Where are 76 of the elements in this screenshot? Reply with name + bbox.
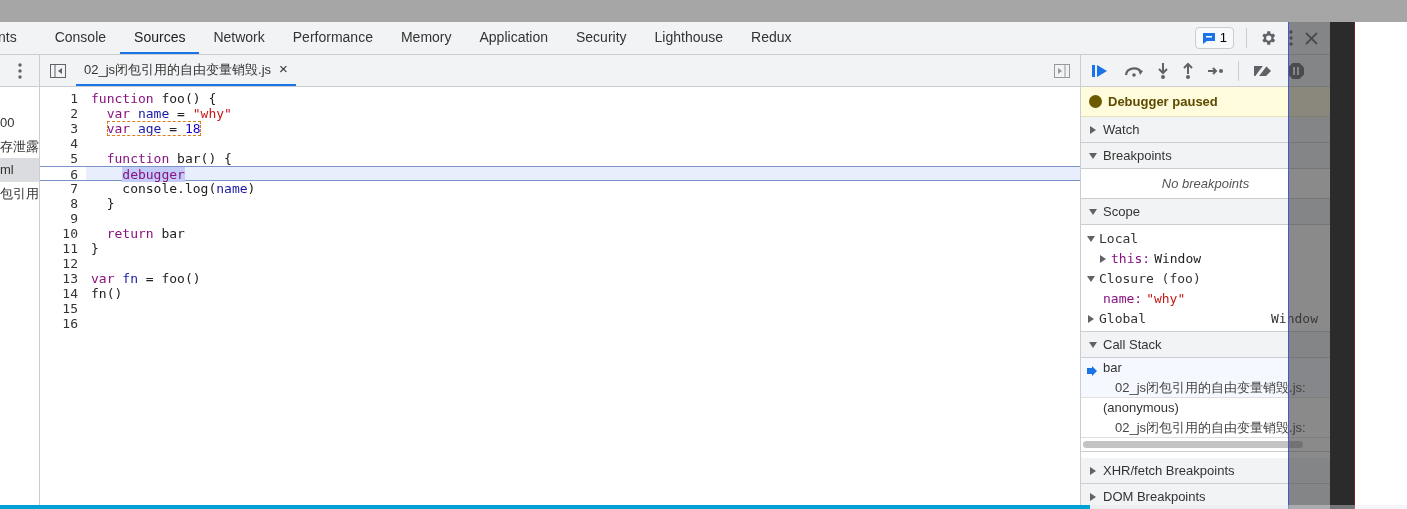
video-progress-track[interactable] — [0, 505, 1407, 509]
step-icon[interactable] — [1207, 65, 1225, 76]
code-token: function — [106, 151, 170, 166]
expanded-arrow-icon — [1087, 275, 1095, 283]
more-options-icon[interactable] — [17, 62, 22, 79]
issues-count: 1 — [1219, 29, 1227, 48]
section-header[interactable]: Watch — [1081, 117, 1330, 143]
code-token: name — [136, 106, 170, 121]
panel-tab[interactable]: Memory — [386, 22, 466, 54]
current-frame-icon — [1087, 366, 1097, 376]
code-token: fn — [121, 271, 138, 286]
paused-message: Debugger paused — [1108, 92, 1218, 111]
scope-item[interactable]: Closure (foo) — [1087, 269, 1318, 289]
code-token: } — [91, 241, 99, 256]
empty-message: No breakpoints — [1161, 174, 1250, 193]
horizontal-scrollbar[interactable] — [1083, 441, 1303, 448]
line-number: 6 — [40, 167, 86, 180]
code-token: bar — [160, 226, 185, 241]
sidebar-toggle-icon[interactable] — [50, 63, 66, 78]
section-header[interactable]: Call Stack — [1081, 332, 1330, 358]
code-token: var — [106, 106, 131, 121]
issues-button[interactable]: 1 — [1194, 27, 1234, 49]
code-token: fn() — [91, 286, 123, 301]
scope-item[interactable]: Local — [1087, 229, 1318, 249]
code-token: foo() { — [160, 91, 217, 106]
code-token: 18 — [184, 121, 201, 136]
code-token: return — [106, 226, 154, 241]
collapsed-arrow-icon — [1089, 492, 1097, 501]
collapsed-arrow-icon — [1089, 466, 1097, 475]
code-token: debugger — [122, 167, 185, 182]
step-out-icon[interactable] — [1182, 61, 1194, 80]
panel-tab[interactable]: Console — [40, 22, 121, 54]
code-token: = — [176, 106, 186, 121]
code-token: "why" — [192, 106, 232, 121]
code-token: = — [168, 121, 179, 136]
panel-tab[interactable]: Network — [199, 22, 279, 54]
file-tree-item[interactable]: 00 — [0, 111, 39, 135]
file-tree-item[interactable]: ml — [0, 158, 39, 182]
code-token: console.log( — [122, 181, 217, 196]
code-token: name — [216, 181, 248, 196]
file-tree-item[interactable]: 存泄露 — [0, 134, 39, 158]
expanded-arrow-icon — [1089, 151, 1097, 160]
step-over-icon[interactable] — [1124, 64, 1144, 77]
step-into-icon[interactable] — [1157, 61, 1169, 80]
call-frame[interactable]: bar 02_js闭包引用的自由变量销毁.js: — [1081, 358, 1330, 398]
collapsed-arrow-icon — [1087, 315, 1095, 323]
code-token: var — [91, 271, 115, 286]
close-tab-button[interactable]: × — [279, 58, 288, 81]
section-header[interactable]: Scope — [1081, 199, 1330, 225]
expanded-arrow-icon — [1089, 340, 1097, 349]
warning-icon — [1089, 95, 1102, 108]
panel-tab[interactable]: Application — [465, 22, 562, 54]
message-icon — [1201, 31, 1216, 45]
collapsed-arrow-icon — [1089, 125, 1097, 134]
pause-on-exceptions-icon[interactable] — [1287, 61, 1305, 80]
panel-tab[interactable]: Security — [562, 22, 641, 54]
scope-property[interactable]: name: "why" — [1087, 289, 1318, 309]
panel-tab[interactable]: Redux — [737, 22, 806, 54]
code-token: ) — [247, 181, 256, 196]
section-header[interactable]: XHR/fetch Breakpoints — [1081, 458, 1330, 484]
code-token: var — [106, 121, 131, 136]
section-header[interactable]: DOM Breakpoints — [1081, 484, 1330, 509]
expanded-arrow-icon — [1087, 235, 1095, 243]
code-token: bar() { — [176, 151, 232, 166]
section-header[interactable]: Breakpoints — [1081, 143, 1330, 169]
collapsed-arrow-icon — [1099, 255, 1107, 263]
sidebar-toggle-icon[interactable] — [1054, 63, 1070, 78]
code-token: age — [136, 121, 162, 136]
panel-tab[interactable]: Lighthouse — [640, 22, 738, 54]
file-tree-item[interactable]: 包引用 — [0, 181, 39, 205]
scope-property[interactable]: this: Window — [1087, 249, 1318, 269]
code-token: function — [91, 91, 154, 106]
code-token: = foo() — [144, 271, 201, 286]
panel-tab[interactable]: Performance — [278, 22, 387, 54]
expanded-arrow-icon — [1089, 207, 1097, 216]
code-token: } — [106, 196, 115, 211]
